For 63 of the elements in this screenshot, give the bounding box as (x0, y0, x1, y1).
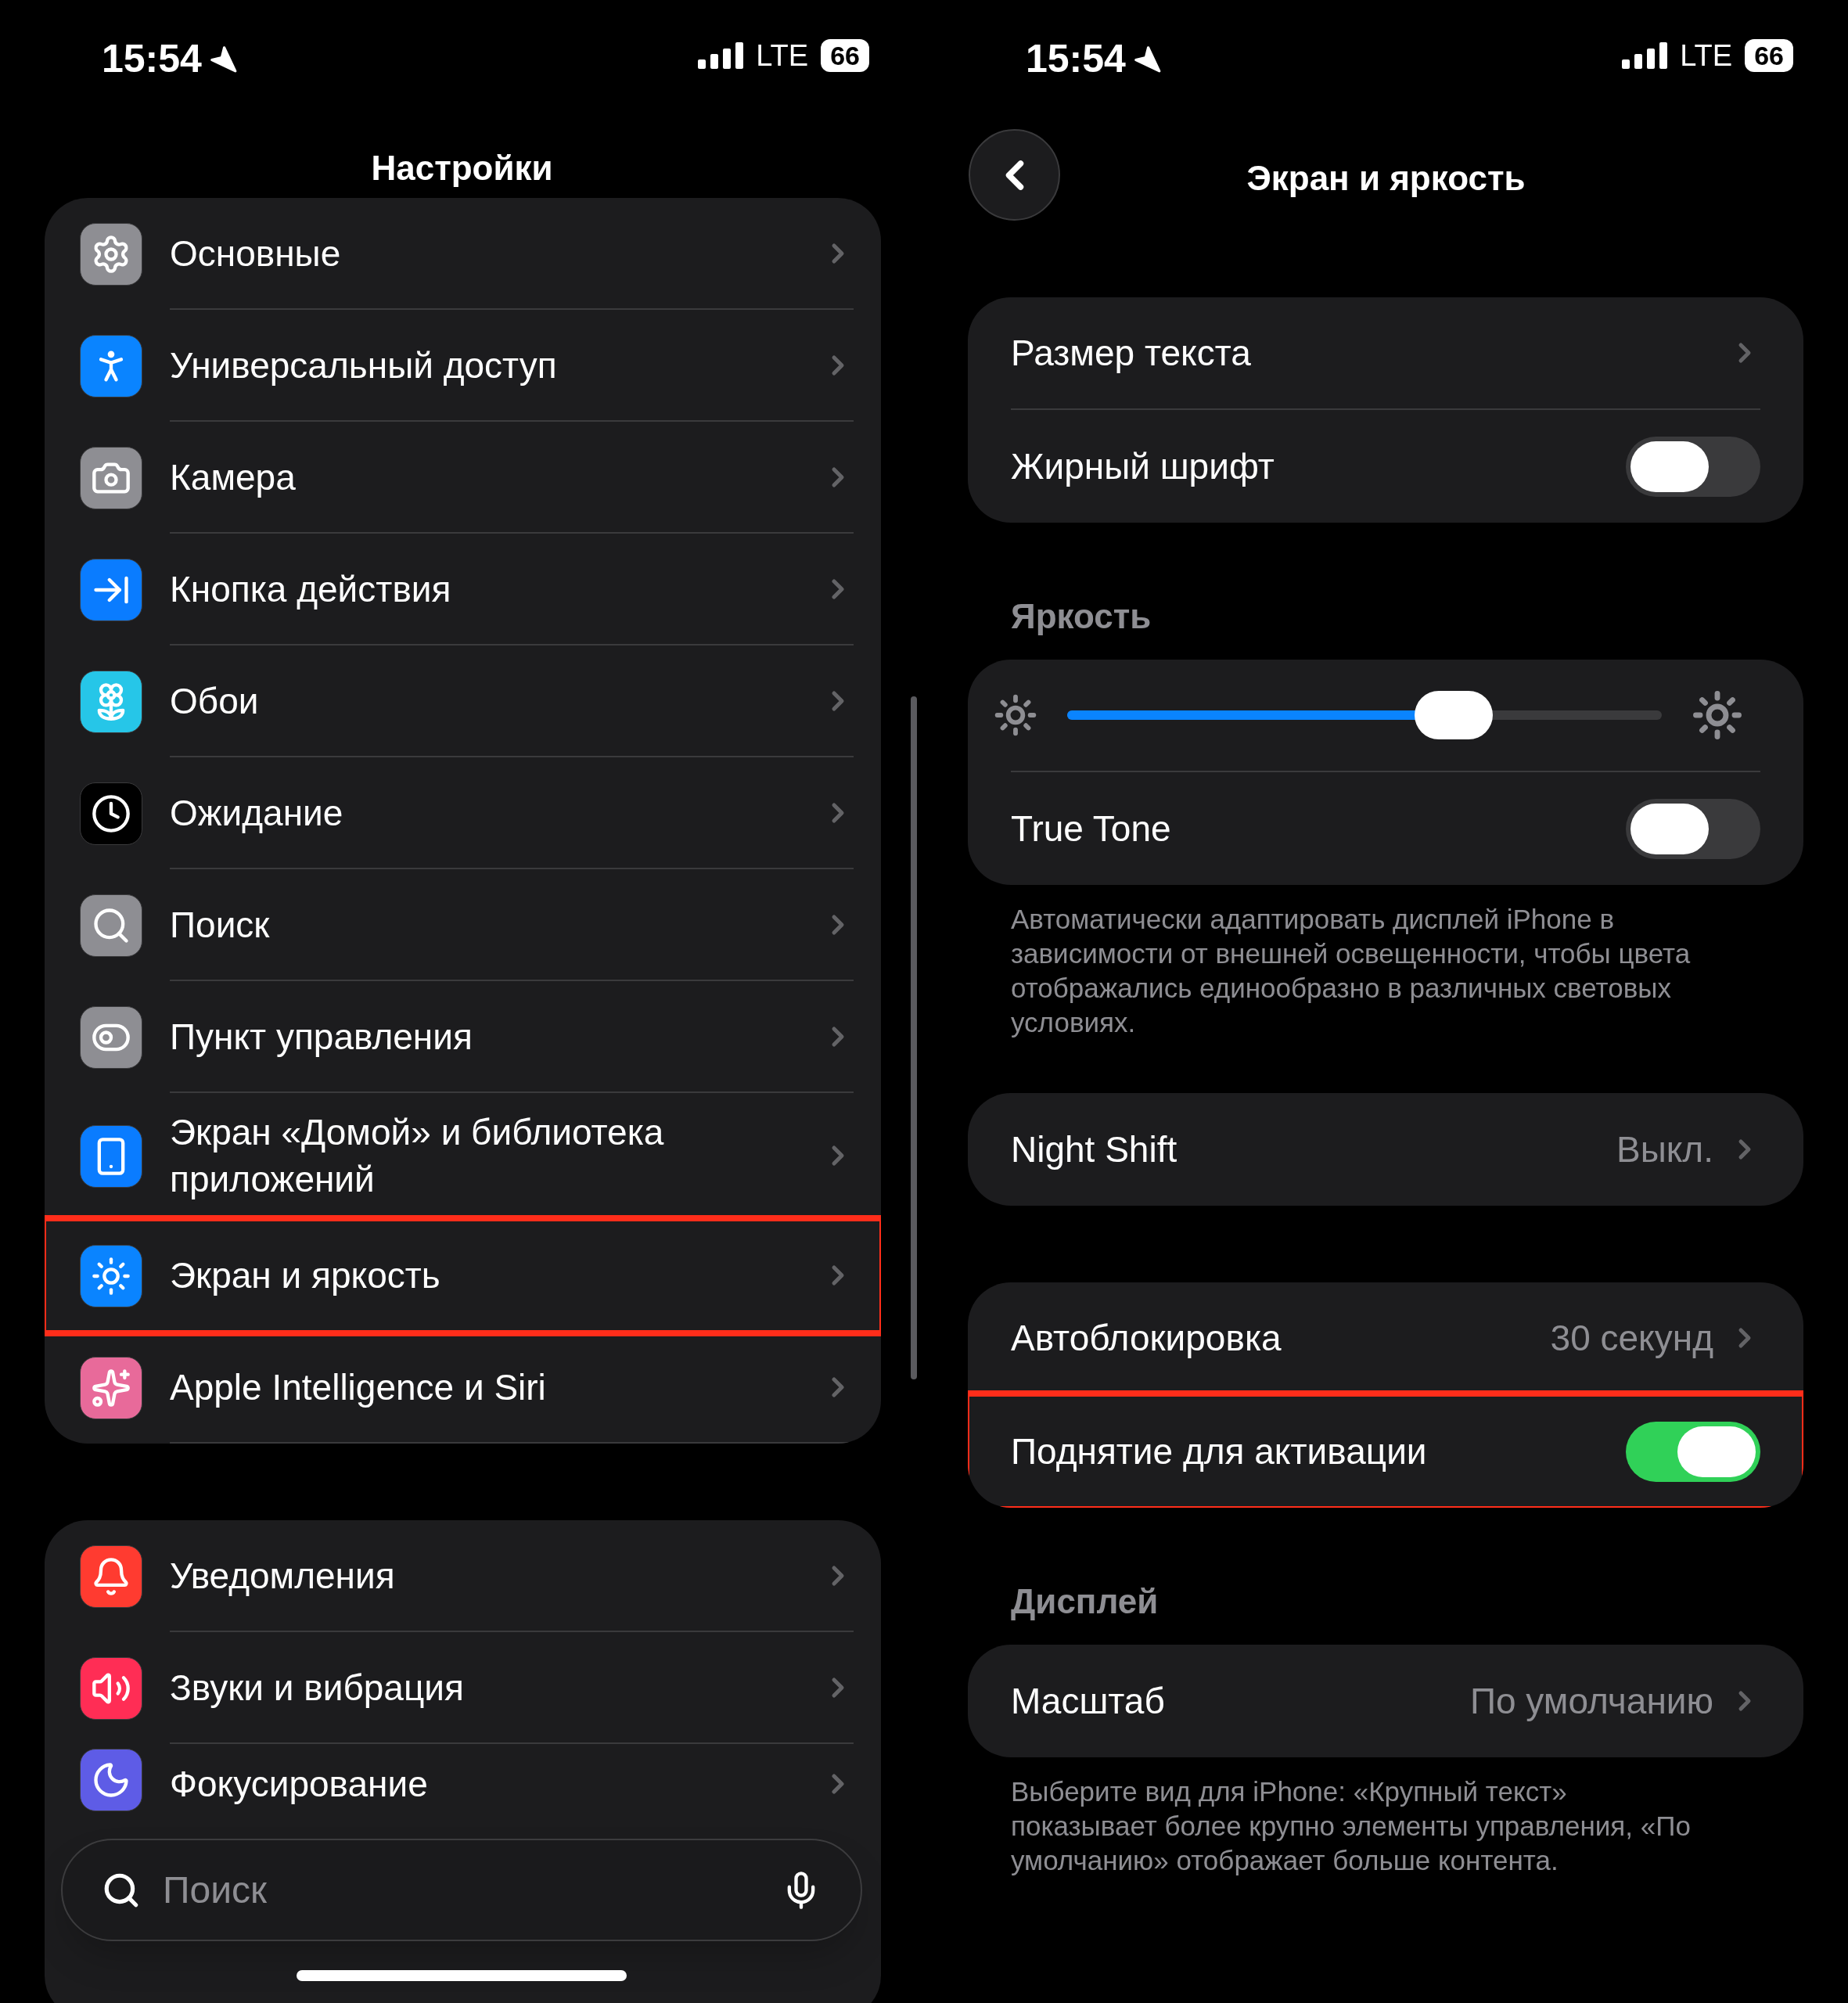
settings-row[interactable]: Кнопка действия (45, 534, 881, 645)
row-label: Экран и яркость (170, 1253, 440, 1297)
row-value: Выкл. (1616, 1127, 1713, 1171)
page-title: Настройки (371, 148, 553, 189)
row-label: Поиск (170, 903, 270, 947)
network-label: LTE (756, 41, 809, 70)
row-value: По умолчанию (1469, 1679, 1713, 1723)
settings-row[interactable]: Жирный шрифт (968, 410, 1803, 523)
row-label: Night Shift (1011, 1127, 1177, 1171)
settings-row[interactable]: Пункт управления (45, 981, 881, 1093)
row-label: Уведомления (170, 1554, 395, 1598)
section-header: Дисплей (1011, 1581, 1159, 1622)
section-footer: Выберите вид для iPhone: «Крупный текст» показывает более крупно элементы управления, «По умолчанию» отображает больше контента. (1011, 1775, 1715, 1878)
row-label: Жирный шрифт (1011, 444, 1275, 488)
page-title: Экран и яркость (1246, 158, 1526, 199)
settings-row[interactable]: Поднятие для активации (968, 1395, 1803, 1508)
status-time: 15:54 (102, 39, 202, 78)
battery-level: 66 (1745, 39, 1793, 72)
settings-row[interactable]: Поиск (45, 869, 881, 981)
small-sun-icon (994, 693, 1037, 737)
settings-row[interactable]: Уведомления (45, 1520, 881, 1632)
settings-row[interactable]: Универсальный доступ (45, 310, 881, 422)
row-label: Камера (170, 455, 296, 499)
settings-row[interactable]: Экран и яркость (45, 1220, 881, 1332)
row-label: Поднятие для активации (1011, 1429, 1427, 1473)
settings-row[interactable]: Night Shift Выкл. (968, 1093, 1803, 1206)
row-value: 30 секунд (1550, 1316, 1713, 1360)
settings-row[interactable]: Apple Intelligence и Siri (45, 1332, 881, 1444)
search-input[interactable]: Поиск (163, 1861, 759, 1918)
settings-row[interactable]: Автоблокировка 30 секунд (968, 1282, 1803, 1395)
settings-row[interactable]: Размер текста (968, 297, 1803, 410)
section-footer: Автоматически адаптировать дисплей iPhone в зависимости от внешней освещенности, чтобы цвета отображались единообразно в различных световых условиях. (1011, 902, 1715, 1040)
row-label: Основные (170, 232, 341, 275)
row-label: Экран «Домой» и библиотека приложений (170, 1111, 665, 1201)
search-bar[interactable]: Поиск (61, 1839, 862, 1941)
network-label: LTE (1680, 41, 1733, 70)
settings-row[interactable]: Экран «Домой» и библиотека приложений (45, 1093, 881, 1220)
signal-icon (698, 42, 744, 69)
large-sun-icon (1692, 689, 1743, 741)
row-label: True Tone (1011, 807, 1171, 850)
section-header: Яркость (1011, 596, 1152, 637)
settings-row[interactable]: Звуки и вибрация (45, 1632, 881, 1744)
settings-row[interactable]: Основные (45, 198, 881, 310)
settings-row[interactable]: Обои (45, 645, 881, 757)
row-label: Масштаб (1011, 1679, 1165, 1723)
row-label: Обои (170, 679, 259, 723)
row-label: Пункт управления (170, 1015, 473, 1059)
row-label: Apple Intelligence и Siri (170, 1365, 546, 1409)
row-label: Ожидание (170, 791, 343, 835)
row-label: Фокусирование (170, 1762, 428, 1806)
settings-row[interactable]: Ожидание (45, 757, 881, 869)
settings-row[interactable]: Масштаб По умолчанию (968, 1645, 1803, 1757)
signal-icon (1622, 42, 1668, 69)
battery-level: 66 (821, 39, 869, 72)
row-label: Кнопка действия (170, 567, 451, 611)
status-time: 15:54 (1026, 39, 1126, 78)
row-label: Универсальный доступ (170, 343, 557, 387)
row-label: Размер текста (1011, 331, 1251, 375)
brightness-slider[interactable] (1067, 691, 1662, 739)
settings-row[interactable]: Фокусирование (45, 1744, 881, 1815)
row-label: Звуки и вибрация (170, 1666, 464, 1710)
row-label: Автоблокировка (1011, 1316, 1282, 1360)
settings-row[interactable]: Камера (45, 422, 881, 534)
